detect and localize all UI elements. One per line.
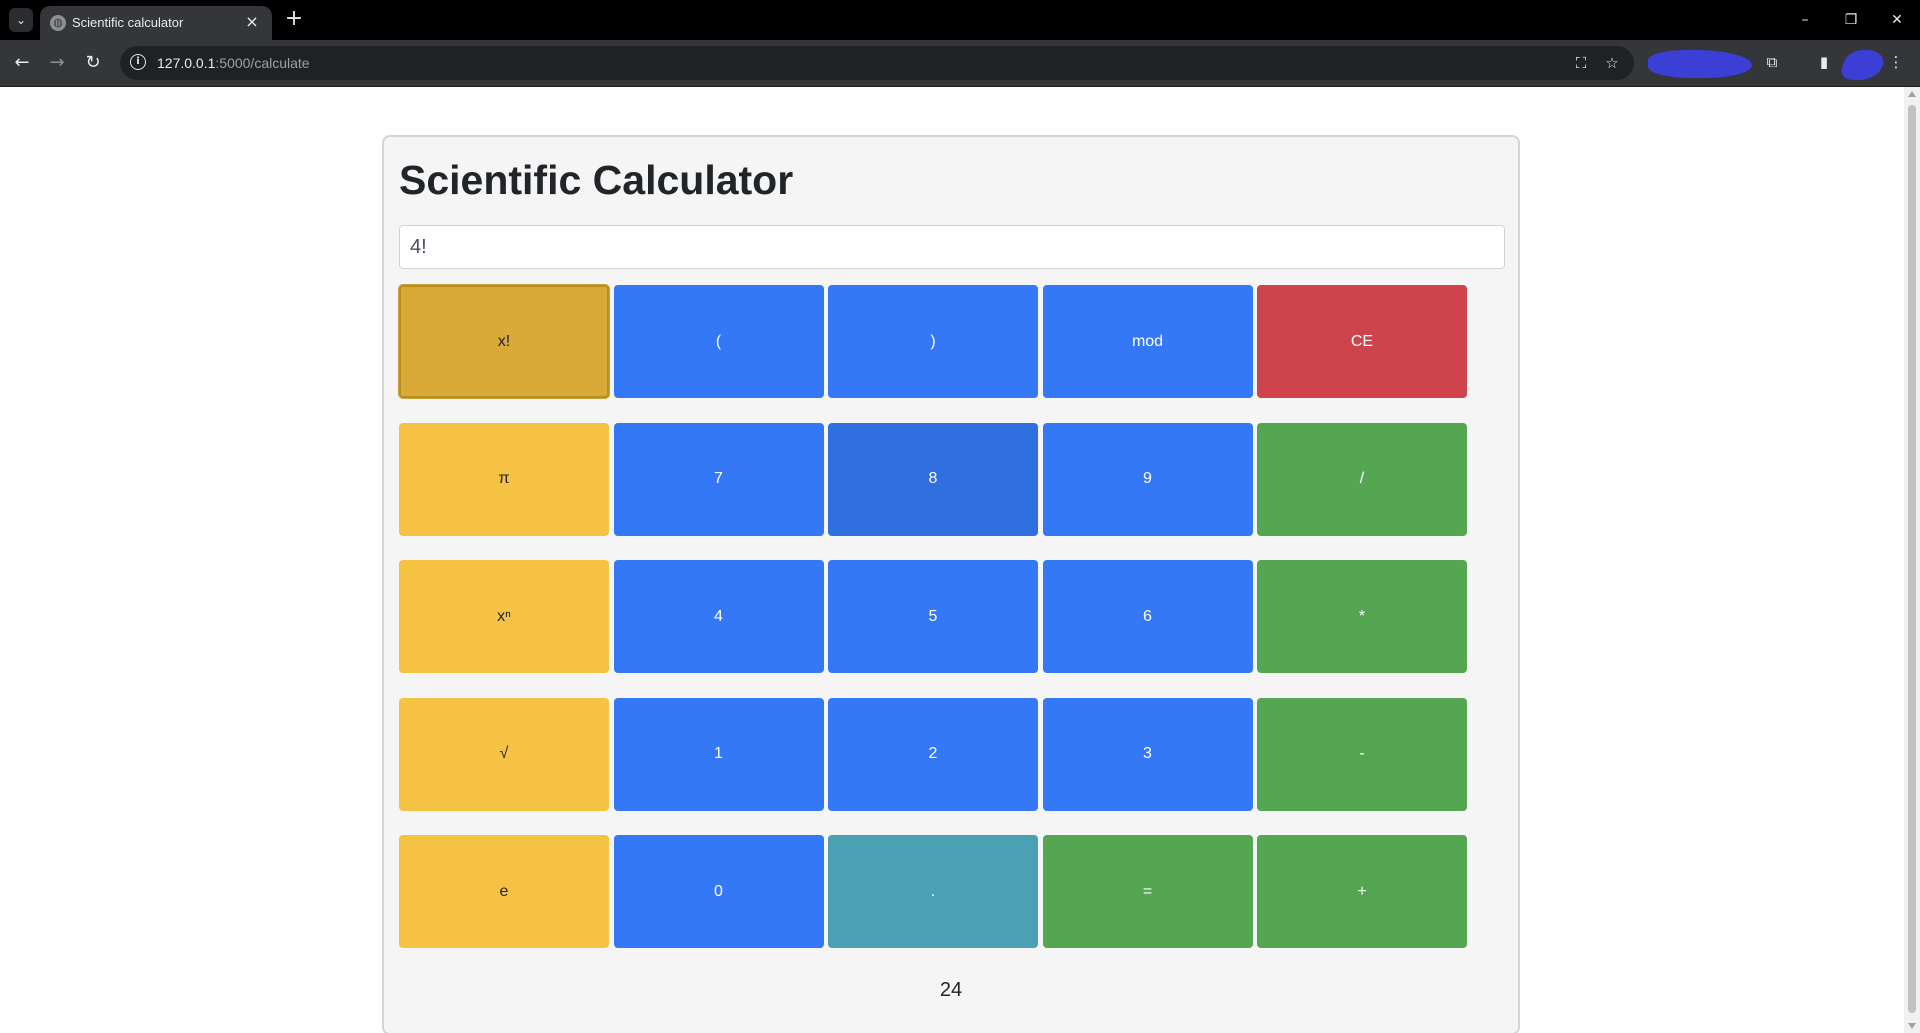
translate-icon[interactable]: ⛶ (1571, 53, 1591, 73)
bookmark-star-icon[interactable]: ☆ (1602, 53, 1622, 73)
reload-icon[interactable]: ↻ (80, 50, 106, 76)
multiply-button[interactable]: * (1257, 560, 1467, 673)
factorial-button[interactable]: x! (399, 285, 609, 398)
close-paren-button[interactable]: ) (828, 285, 1038, 398)
redacted-profile-mark (1648, 50, 1752, 78)
result-output: 24 (939, 979, 963, 1001)
address-bar[interactable]: i 127.0.0.1:5000/calculate ⛶ ☆ (120, 46, 1634, 80)
scroll-down-arrow-icon[interactable] (1908, 1023, 1916, 1029)
digit-5-button[interactable]: 5 (828, 560, 1038, 673)
menu-kebab-icon[interactable]: ⋮ (1884, 50, 1908, 74)
equals-button[interactable]: = (1042, 835, 1253, 948)
digit-2-button[interactable]: 2 (828, 697, 1038, 811)
subtract-button[interactable]: - (1257, 697, 1467, 811)
tab-strip: ⌄ ◍ Scientific calculator × + – ❐ ✕ (0, 0, 1920, 40)
redacted-avatar-mark (1837, 50, 1889, 80)
digit-1-button[interactable]: 1 (613, 697, 824, 811)
browser-tab[interactable]: ◍ Scientific calculator × (40, 6, 272, 40)
restore-icon[interactable]: ❐ (1836, 8, 1866, 32)
power-button[interactable]: xⁿ (399, 560, 609, 673)
digit-4-button[interactable]: 4 (613, 560, 824, 673)
add-button[interactable]: + (1257, 835, 1467, 948)
page-viewport: Scientific Calculator x!()modCE π789/ xⁿ45… (0, 87, 1904, 1033)
close-tab-icon[interactable]: × (242, 12, 262, 32)
scroll-up-arrow-icon[interactable] (1908, 91, 1916, 97)
forward-arrow-icon[interactable]: → (44, 50, 70, 76)
mod-button[interactable]: mod (1042, 285, 1253, 398)
clear-entry-button[interactable]: CE (1257, 285, 1467, 398)
digit-8-button[interactable]: 8 (828, 422, 1038, 536)
minimize-icon[interactable]: – (1790, 8, 1820, 32)
side-panel-icon[interactable]: ▮ (1812, 50, 1836, 74)
page-title: Scientific Calculator (399, 157, 794, 203)
globe-icon: ◍ (50, 15, 66, 31)
digit-7-button[interactable]: 7 (613, 422, 824, 536)
open-paren-button[interactable]: ( (613, 285, 824, 398)
close-window-icon[interactable]: ✕ (1882, 8, 1912, 32)
divide-button[interactable]: / (1257, 422, 1467, 536)
sqrt-button[interactable]: √ (399, 697, 609, 811)
browser-toolbar: ← → ↻ i 127.0.0.1:5000/calculate ⛶ ☆ ⧉ ▮… (0, 40, 1920, 87)
decimal-button[interactable]: . (828, 835, 1038, 948)
url-text: 127.0.0.1:5000/calculate (157, 55, 310, 71)
expression-input[interactable] (399, 225, 1505, 269)
calculator-card: Scientific Calculator x!()modCE π789/ xⁿ45… (382, 135, 1520, 1033)
vertical-scrollbar[interactable] (1904, 87, 1920, 1033)
tab-search-icon[interactable]: ⌄ (9, 8, 33, 32)
digit-6-button[interactable]: 6 (1042, 560, 1253, 673)
tab-title: Scientific calculator (72, 15, 184, 30)
digit-9-button[interactable]: 9 (1042, 422, 1253, 536)
digit-3-button[interactable]: 3 (1042, 697, 1253, 811)
pi-button[interactable]: π (399, 422, 609, 536)
scrollbar-thumb[interactable] (1908, 105, 1916, 1013)
digit-0-button[interactable]: 0 (613, 835, 824, 948)
euler-button[interactable]: e (399, 835, 609, 948)
site-info-icon[interactable]: i (130, 54, 146, 70)
back-arrow-icon[interactable]: ← (9, 50, 35, 76)
new-tab-icon[interactable]: + (282, 8, 306, 32)
extensions-icon[interactable]: ⧉ (1760, 50, 1784, 74)
